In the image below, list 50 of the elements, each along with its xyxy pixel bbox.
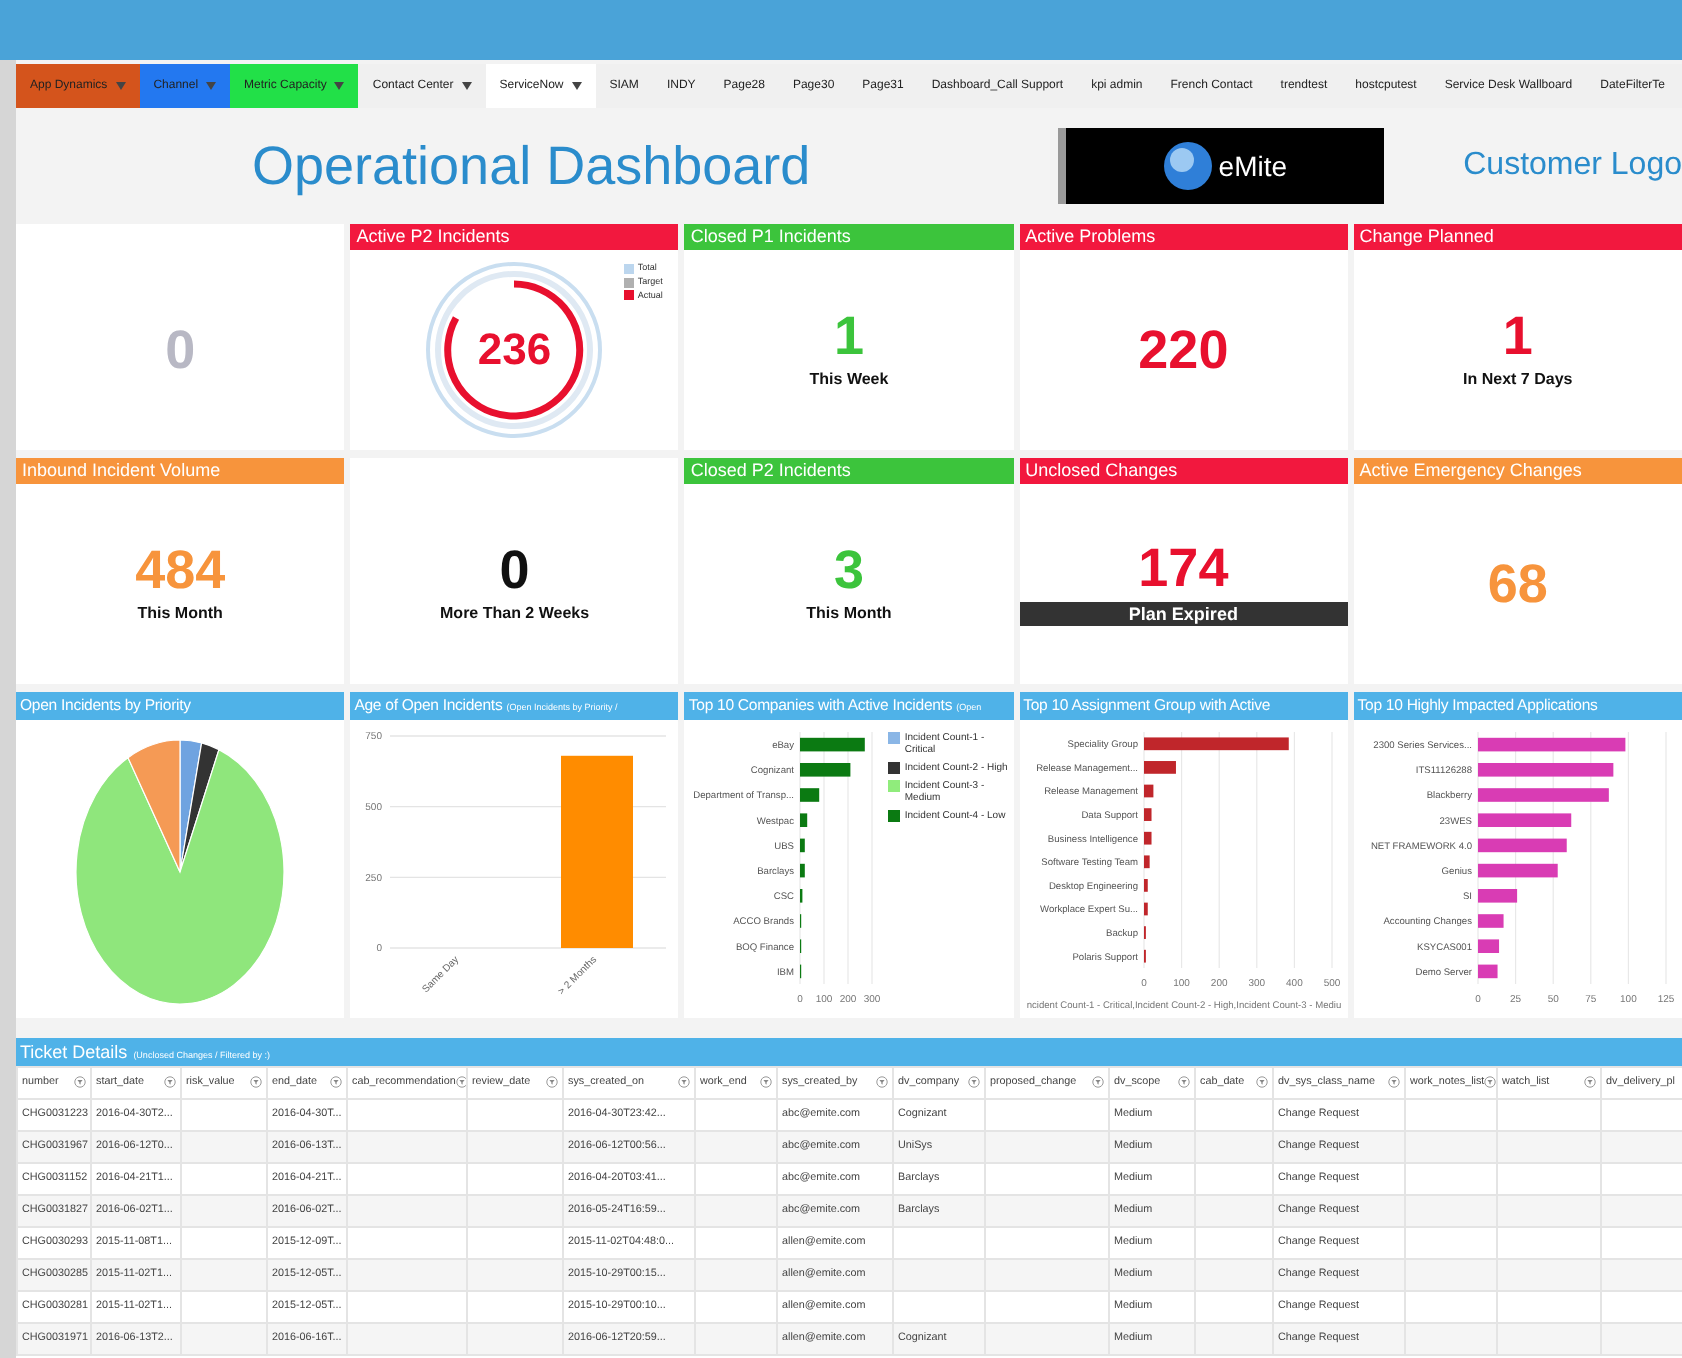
tile-caption: This Week: [809, 367, 889, 391]
tile-header: Unclosed Changes: [1019, 458, 1348, 484]
filter-icon: [1484, 1076, 1495, 1089]
tile-header: Change Planned: [1353, 224, 1682, 250]
filter-icon: [1092, 1076, 1104, 1089]
sphere-icon: [1162, 140, 1215, 192]
filter-icon: [330, 1076, 342, 1089]
filter-icon: [968, 1076, 980, 1089]
tile-header: Closed P2 Incidents: [684, 458, 1014, 484]
tile-value: 0: [165, 323, 196, 377]
filter-icon: [164, 1076, 176, 1089]
tile-caption: More Than 2 Weeks: [440, 601, 590, 625]
gauge-value: 236: [477, 328, 552, 372]
tile-value: 174: [1138, 542, 1229, 596]
filter-icon: [455, 1076, 465, 1089]
caret-icon: [461, 82, 472, 90]
tile-value: 0: [499, 543, 530, 597]
caret-icon: [206, 82, 217, 90]
logo-text: eMite: [1218, 147, 1288, 185]
tile-value: 220: [1138, 323, 1229, 377]
panel-title: Ticket Details: [20, 1040, 128, 1066]
filter-icon: [1584, 1076, 1596, 1089]
tile-caption: This Month: [806, 601, 892, 625]
caret-icon: [571, 82, 582, 90]
filter-icon: [546, 1076, 558, 1089]
filter-icon: [760, 1076, 772, 1089]
tile-value: 1: [1502, 309, 1533, 363]
caret-icon: [115, 82, 126, 90]
caret-icon: [334, 82, 345, 90]
tile-value: 3: [833, 543, 864, 597]
tile-header: Active Emergency Changes: [1353, 458, 1682, 484]
status-banner: Plan Expired: [1019, 602, 1348, 626]
tile-header: Active Problems: [1019, 224, 1348, 250]
filter-icon: [876, 1076, 888, 1089]
customer-logo-text: Customer Logo: [1463, 146, 1682, 186]
tile-value: 68: [1487, 557, 1548, 611]
filter-icon: [1388, 1076, 1400, 1089]
tile-value: 484: [135, 543, 226, 597]
tile-header: Active P2 Incidents: [350, 224, 679, 250]
filter-icon: [678, 1076, 690, 1089]
filter-icon: [1256, 1076, 1268, 1089]
tile-caption: In Next 7 Days: [1463, 367, 1573, 391]
filter-icon: [1178, 1076, 1190, 1089]
tile-caption: This Month: [137, 601, 223, 625]
tile-value: 1: [833, 309, 864, 363]
tile-header: Inbound Incident Volume: [16, 458, 345, 484]
dashboard-title: Operational Dashboard: [252, 133, 811, 199]
tile-header: Closed P1 Incidents: [684, 224, 1014, 250]
filter-icon: [74, 1076, 86, 1089]
filter-icon: [250, 1076, 262, 1089]
